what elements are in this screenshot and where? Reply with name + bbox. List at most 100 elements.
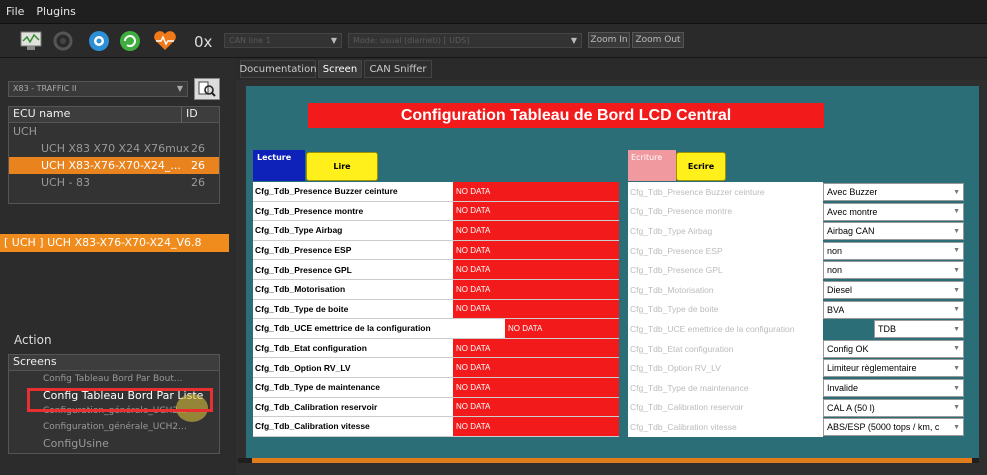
write-row: Cfg_Tdb_Type Airbag Airbag CAN ▼ — [628, 221, 964, 241]
chevron-down-icon: ▼ — [953, 364, 960, 372]
write-row-select[interactable]: non ▼ — [823, 261, 964, 280]
ecrire-button[interactable]: Ecrire — [676, 152, 726, 181]
tree-row[interactable]: UCH X83 X70 X24 X76mux 26 — [9, 140, 219, 157]
zoom-out-button[interactable]: Zoom Out — [632, 32, 684, 48]
read-row: Cfg_Tdb_Calibration vitesse NO DATA — [253, 417, 619, 437]
write-row-label: Cfg_Tdb_Type de boite — [628, 299, 823, 320]
read-row-value: NO DATA — [453, 182, 619, 201]
heart-rate-icon[interactable] — [152, 28, 178, 54]
write-row-select[interactable]: Invalide ▼ — [823, 379, 964, 397]
write-row-select[interactable]: Config OK ▼ — [823, 339, 964, 358]
chevron-down-icon: ▼ — [953, 266, 960, 274]
horizontal-scrollbar[interactable] — [238, 458, 979, 463]
write-row-label: Cfg_Tdb_Etat configuration — [628, 338, 823, 359]
write-row-select[interactable]: BVA ▼ — [823, 300, 964, 319]
write-row-label: Cfg_Tdb_Option RV_LV — [628, 358, 823, 378]
write-row-label: Cfg_Tdb_Motorisation — [628, 280, 823, 300]
write-row-select[interactable]: Limiteur règlementaire ▼ — [823, 359, 964, 378]
read-row-value: NO DATA — [453, 338, 619, 358]
menu-file[interactable]: File — [6, 5, 24, 18]
write-row: Cfg_Tdb_Motorisation Diesel ▼ — [628, 280, 964, 300]
write-row-value: CAL A (50 l) — [827, 402, 875, 413]
write-row-label: Cfg_Tdb_Calibration reservoir — [628, 397, 823, 418]
read-row-value: NO DATA — [453, 221, 619, 240]
write-row-value: Invalide — [827, 383, 859, 393]
read-row-label: Cfg_Tdb_Presence ESP — [255, 245, 352, 256]
zoom-in-button[interactable]: Zoom In — [588, 32, 630, 48]
write-row-label: Cfg_Tdb_Presence Buzzer ceinture — [628, 182, 823, 202]
write-row-value: Avec Buzzer — [827, 187, 878, 197]
read-row-value: NO DATA — [453, 260, 619, 279]
write-row-select[interactable]: Airbag CAN ▼ — [823, 222, 964, 241]
protocol-select[interactable]: Mode: usual (diarneti) [ UDS] ▼ — [348, 33, 582, 48]
gear-icon[interactable] — [86, 28, 112, 54]
chevron-down-icon: ▼ — [953, 208, 960, 216]
counter-label: 0x — [194, 33, 213, 51]
read-row-label: Cfg_Tdb_Type Airbag — [255, 225, 343, 236]
lire-button[interactable]: Lire — [306, 152, 378, 181]
read-row-label: Cfg_Tdb_Presence Buzzer ceinture — [255, 186, 398, 197]
chevron-down-icon: ▼ — [953, 227, 960, 235]
write-row-value: ABS/ESP (5000 tops / km, c — [827, 422, 940, 433]
col-ecu-name: ECU name — [13, 107, 71, 120]
write-row: Cfg_Tdb_Etat configuration Config OK ▼ — [628, 338, 964, 359]
read-row: Cfg_Tdb_Presence Buzzer ceinture NO DATA — [253, 182, 619, 202]
write-row-select[interactable]: ABS/ESP (5000 tops / km, c ▼ — [823, 418, 964, 437]
read-row-label: Cfg_Tdb_UCE emettrice de la configuratio… — [255, 323, 431, 334]
write-row-value: non — [827, 245, 843, 256]
write-row-select[interactable]: Avec Buzzer ▼ — [823, 183, 964, 201]
read-row: Cfg_Tdb_Type Airbag NO DATA — [253, 221, 619, 241]
refresh-icon[interactable] — [117, 28, 143, 54]
tab-documentation[interactable]: Documentation — [239, 60, 317, 78]
write-row: Cfg_Tdb_Calibration reservoir CAL A (50 l… — [628, 397, 964, 418]
read-row: Cfg_Tdb_Presence ESP NO DATA — [253, 240, 619, 261]
screen-item[interactable]: Config Tableau Bord Par Bout... — [9, 371, 219, 387]
tab-screen[interactable]: Screen — [318, 60, 362, 78]
vehicle-select[interactable]: X83 - TRAFFIC II ▼ — [8, 81, 188, 97]
read-row-label: Cfg_Tdb_Presence montre — [255, 205, 364, 216]
read-row-value: NO DATA — [453, 397, 619, 417]
monitor-icon[interactable] — [18, 28, 44, 54]
read-row-value: NO DATA — [453, 417, 619, 436]
write-row-value: non — [827, 265, 843, 276]
write-row-value: Avec montre — [827, 206, 878, 217]
tree-row-selected[interactable]: UCH X83-X76-X70-X24_... 26 — [9, 157, 219, 174]
read-row-label: Cfg_Tdb_Calibration reservoir — [255, 401, 378, 412]
write-row-select[interactable]: non ▼ — [823, 241, 964, 260]
write-row-value: BVA — [827, 304, 845, 315]
chevron-down-icon: ▼ — [953, 404, 960, 412]
engine-icon[interactable] — [50, 28, 76, 54]
tree-row[interactable]: UCH - 83 26 — [9, 174, 219, 191]
write-row-select[interactable]: CAL A (50 l) ▼ — [823, 398, 964, 417]
can-line-select[interactable]: CAN line 1 ▼ — [224, 33, 342, 48]
write-row-label: Cfg_Tdb_Presence GPL — [628, 260, 823, 280]
ecu-tree-header: ECU name ID — [9, 107, 219, 123]
tab-bar: Documentation Screen CAN Sniffer — [236, 58, 987, 80]
screen-item[interactable]: ConfigUsine — [9, 435, 219, 451]
ecriture-label: Ecriture — [628, 150, 676, 181]
write-row-select[interactable]: TDB ▼ — [874, 320, 964, 339]
read-row-label: Cfg_Tdb_Motorisation — [255, 284, 346, 295]
menu-plugins[interactable]: Plugins — [36, 5, 75, 18]
write-row-select[interactable]: Avec montre ▼ — [823, 202, 964, 221]
write-row: Cfg_Tdb_Type de boite BVA ▼ — [628, 299, 964, 320]
read-row-label: Cfg_Tdb_Presence GPL — [255, 264, 352, 275]
write-row-label: Cfg_Tdb_Presence montre — [628, 201, 823, 222]
scrollbar-thumb[interactable] — [252, 458, 972, 463]
write-row: Cfg_Tdb_Presence montre Avec montre ▼ — [628, 201, 964, 222]
read-row: Cfg_Tdb_Etat configuration NO DATA — [253, 338, 619, 359]
search-button[interactable] — [194, 78, 220, 100]
lecture-label: Lecture — [253, 150, 305, 181]
tab-can-sniffer[interactable]: CAN Sniffer — [364, 60, 432, 78]
read-row: Cfg_Tdb_Type de boite NO DATA — [253, 299, 619, 320]
read-row-value: NO DATA — [453, 378, 619, 397]
read-row-label: Cfg_Tdb_Type de maintenance — [255, 382, 381, 393]
selected-ecu-bar[interactable]: [ UCH ] UCH X83-X76-X70-X24_V6.8 — [0, 234, 229, 252]
write-row-select[interactable]: Diesel ▼ — [823, 281, 964, 299]
search-icon — [198, 81, 216, 97]
ecu-tree: ECU name ID UCH UCH X83 X70 X24 X76mux 26… — [8, 106, 220, 204]
tree-node-uch[interactable]: UCH — [9, 123, 219, 140]
chevron-down-icon: ▼ — [953, 384, 960, 392]
read-row-value: NO DATA — [453, 299, 619, 319]
read-row: Cfg_Tdb_Type de maintenance NO DATA — [253, 378, 619, 398]
